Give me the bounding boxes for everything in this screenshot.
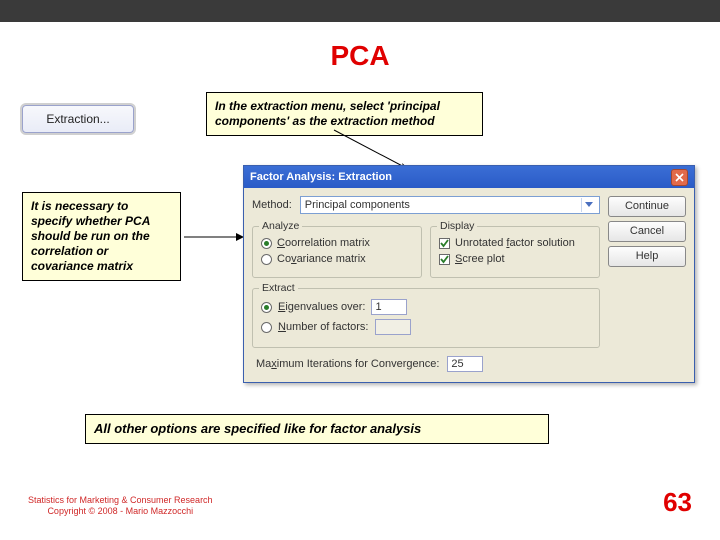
extract-group: Extract Eigenvalues over: 1 Number of fa… <box>252 288 600 348</box>
scree-label: Scree plot <box>455 253 505 265</box>
page-number: 63 <box>663 487 692 518</box>
unrotated-label: Unrotated factor solution <box>455 237 575 249</box>
footer-line1: Statistics for Marketing & Consumer Rese… <box>28 495 213 507</box>
close-icon <box>675 173 684 182</box>
extraction-button[interactable]: Extraction... <box>22 105 134 133</box>
dialog-title: Factor Analysis: Extraction <box>250 166 392 188</box>
continue-button[interactable]: Continue <box>608 196 686 217</box>
method-select[interactable]: Principal components <box>300 196 600 214</box>
arrow-left <box>182 232 252 242</box>
top-bar <box>0 0 720 22</box>
unrotated-check[interactable] <box>439 238 450 249</box>
correlation-radio[interactable] <box>261 238 272 249</box>
nfactors-input[interactable] <box>375 319 411 335</box>
callout-left: It is necessary to specify whether PCA s… <box>22 192 181 281</box>
covariance-radio[interactable] <box>261 254 272 265</box>
callout-top: In the extraction menu, select 'principa… <box>206 92 483 136</box>
footer-line2: Copyright © 2008 - Mario Mazzocchi <box>28 506 213 518</box>
iter-input[interactable]: 25 <box>447 356 483 372</box>
extract-title: Extract <box>259 282 298 294</box>
slide-footer: Statistics for Marketing & Consumer Rese… <box>0 487 720 518</box>
nfactors-radio[interactable] <box>261 322 272 333</box>
display-group: Display Unrotated factor solution Scree … <box>430 226 600 278</box>
analyze-group: Analyze CoCorrelation matrixorrelation m… <box>252 226 422 278</box>
slide-title: PCA <box>0 40 720 72</box>
extraction-dialog: Factor Analysis: Extraction Method: Prin… <box>243 165 695 383</box>
help-button[interactable]: Help <box>608 246 686 267</box>
scree-check[interactable] <box>439 254 450 265</box>
eigen-input[interactable]: 1 <box>371 299 407 315</box>
method-value: Principal components <box>305 197 410 213</box>
iter-label: Maximum Iterations for Convergence: <box>256 358 439 370</box>
covariance-label: Covariance matrix <box>277 253 366 265</box>
display-title: Display <box>437 220 477 232</box>
chevron-down-icon <box>581 198 595 212</box>
callout-bottom: All other options are specified like for… <box>85 414 549 444</box>
close-button[interactable] <box>671 169 688 186</box>
eigen-label: Eigenvalues over: <box>278 301 365 313</box>
dialog-titlebar: Factor Analysis: Extraction <box>244 166 694 188</box>
method-label: Method: <box>252 199 292 211</box>
correlation-label: CoCorrelation matrixorrelation matrix <box>277 237 370 249</box>
analyze-title: Analyze <box>259 220 302 232</box>
nfactors-label: Number of factors: <box>278 321 369 333</box>
cancel-button[interactable]: Cancel <box>608 221 686 242</box>
eigen-radio[interactable] <box>261 302 272 313</box>
